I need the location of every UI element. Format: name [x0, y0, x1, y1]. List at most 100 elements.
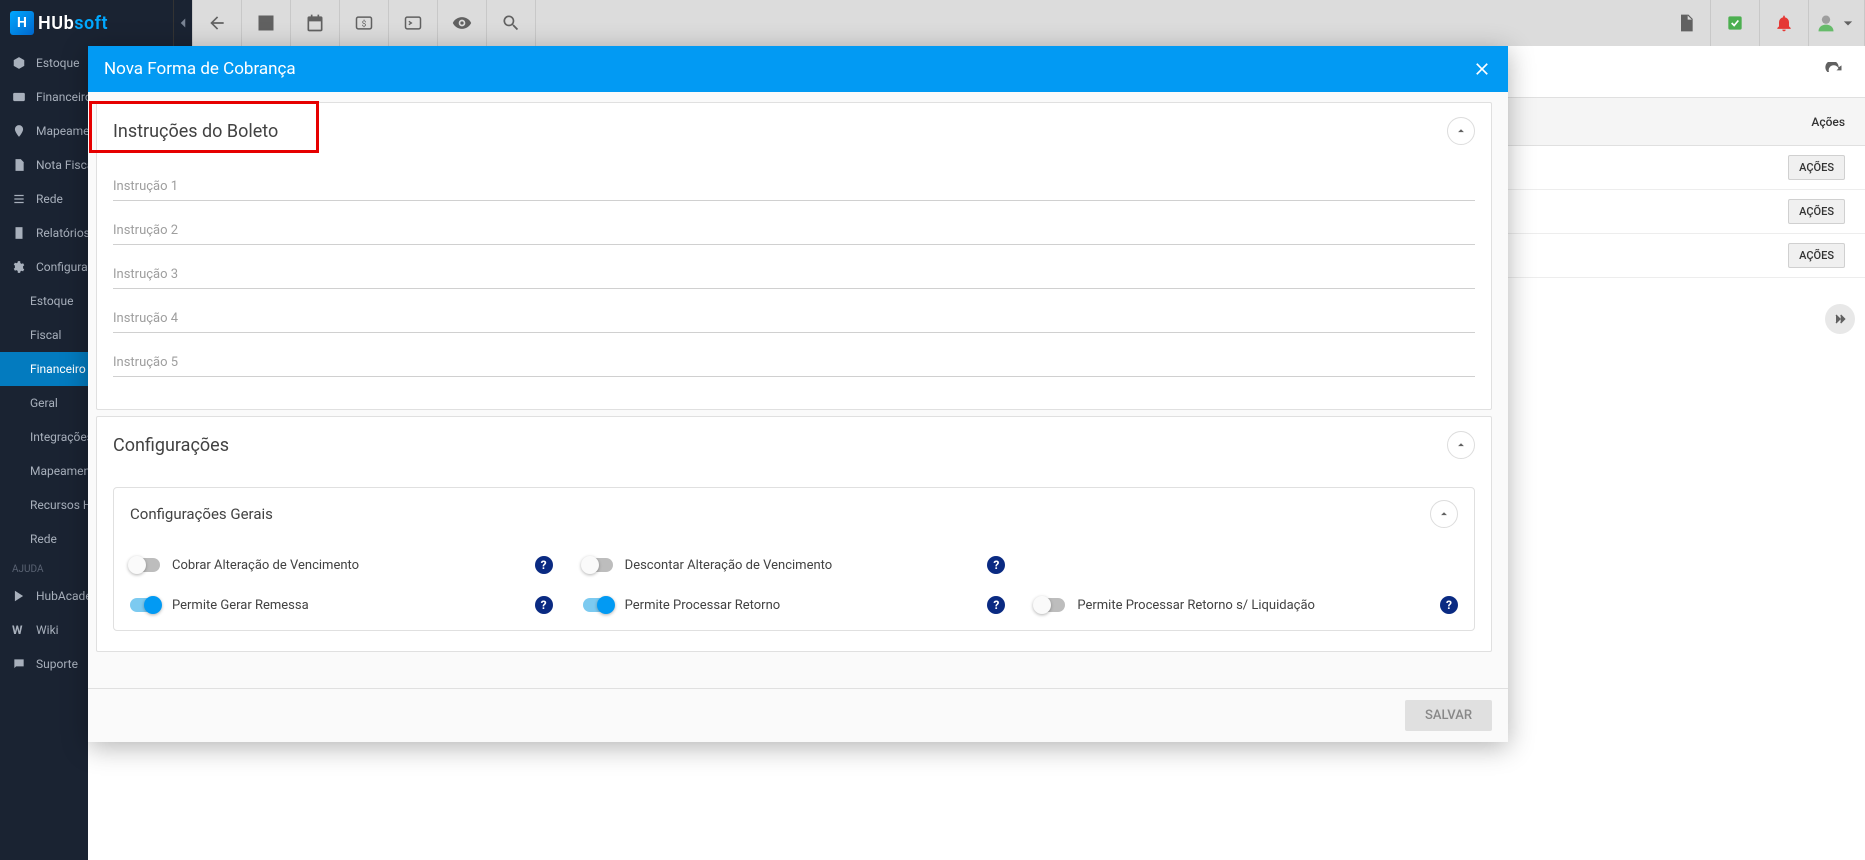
refresh-button[interactable] — [1813, 51, 1855, 93]
eye-icon — [452, 13, 472, 33]
sidebar-item-label: Configuraçõ — [36, 260, 88, 274]
modal-body[interactable]: Instruções do Boleto Configurações — [88, 92, 1508, 688]
gear-icon — [12, 260, 26, 274]
help-button[interactable]: ? — [535, 556, 553, 574]
sidebar-sub-label: Mapeamento — [30, 464, 88, 478]
subsection-header[interactable]: Configurações Gerais — [114, 488, 1474, 540]
actions-column-header: Ações — [1811, 115, 1845, 129]
collapse-button[interactable] — [1430, 500, 1458, 528]
collapse-sidebar-button[interactable] — [173, 0, 193, 46]
section-configuracoes: Configurações Configurações Gerais — [96, 416, 1492, 652]
save-button[interactable]: SALVAR — [1405, 700, 1492, 731]
toggle-label: Descontar Alteração de Vencimento — [625, 558, 833, 573]
money-button[interactable]: $ — [340, 0, 389, 46]
sidebar-item-hubacademy[interactable]: HubAcademy — [0, 579, 88, 613]
sidebar-item-label: Financeiro — [36, 90, 88, 104]
sidebar-item-label: Relatórios — [36, 226, 88, 240]
sidebar-sub-label: Geral — [30, 396, 58, 410]
sidebar-sub-estoque[interactable]: Estoque — [0, 284, 88, 318]
pdf-icon — [1676, 13, 1696, 33]
logo-text: HUbsoft — [38, 13, 108, 34]
section-body-instrucoes — [97, 159, 1491, 409]
collapse-button[interactable] — [1447, 117, 1475, 145]
pdf-button[interactable] — [1662, 0, 1711, 46]
sidebar-sub-geral[interactable]: Geral — [0, 386, 88, 420]
sidebar-item-financeiro[interactable]: Financeiro — [0, 80, 88, 114]
section-header-configuracoes[interactable]: Configurações — [97, 417, 1491, 473]
switch-permite-retorno-sem-liquidacao[interactable] — [1035, 598, 1065, 612]
sidebar-item-configuracoes[interactable]: Configuraçõ — [0, 250, 88, 284]
sidebar-item-label: Rede — [36, 192, 63, 206]
row-actions-button[interactable]: AÇÕES — [1788, 243, 1845, 268]
doc-icon — [12, 158, 26, 172]
sidebar-sub-integracoes[interactable]: Integrações — [0, 420, 88, 454]
help-button[interactable]: ? — [987, 596, 1005, 614]
sidebar-item-wiki[interactable]: WWiki — [0, 613, 88, 647]
switch-permite-processar-retorno[interactable] — [583, 598, 613, 612]
logo-mark: H — [10, 11, 34, 35]
sidebar-item-suporte[interactable]: Suporte — [0, 647, 88, 681]
account-button[interactable] — [242, 0, 291, 46]
section-title: Configurações — [113, 435, 229, 456]
modal-nova-forma-cobranca: Nova Forma de Cobrança Instruções do Bol… — [88, 46, 1508, 742]
section-header-instrucoes[interactable]: Instruções do Boleto — [97, 103, 1491, 159]
subsection-title: Configurações Gerais — [130, 505, 273, 523]
section-title: Instruções do Boleto — [113, 121, 278, 142]
instrucao-2-input[interactable] — [113, 213, 1475, 245]
instrucao-3-input[interactable] — [113, 257, 1475, 289]
sidebar-sub-fiscal[interactable]: Fiscal — [0, 318, 88, 352]
row-actions-button[interactable]: AÇÕES — [1788, 155, 1845, 180]
back-button[interactable] — [193, 0, 242, 46]
eye-button[interactable] — [438, 0, 487, 46]
sidebar-item-label: Estoque — [36, 56, 79, 70]
sidebar-item-label: Nota Fiscal — [36, 158, 88, 172]
subsection-configuracoes-gerais: Configurações Gerais Cobrar Alteração de… — [113, 487, 1475, 631]
instrucao-4-input[interactable] — [113, 301, 1475, 333]
search-button[interactable] — [487, 0, 536, 46]
collapse-button[interactable] — [1447, 431, 1475, 459]
instrucao-1-input[interactable] — [113, 169, 1475, 201]
switch-cobrar-alteracao[interactable] — [130, 558, 160, 572]
toggle-permite-retorno-sem-liquidacao: Permite Processar Retorno s/ Liquidação … — [1035, 596, 1458, 614]
sidebar-sub-recursos-humanos[interactable]: Recursos Hu — [0, 488, 88, 522]
toggle-permite-gerar-remessa: Permite Gerar Remessa ? — [130, 596, 553, 614]
sidebar-item-mapeamento[interactable]: Mapeamento — [0, 114, 88, 148]
row-actions-button[interactable]: AÇÕES — [1788, 199, 1845, 224]
report-icon — [12, 226, 26, 240]
sidebar-sub-mapeamento[interactable]: Mapeamento — [0, 454, 88, 488]
status-ok-button[interactable] — [1711, 0, 1760, 46]
sidebar-sub-financeiro[interactable]: Financeiro — [0, 352, 88, 386]
chat-icon — [12, 657, 26, 671]
sidebar-item-rede[interactable]: Rede — [0, 182, 88, 216]
switch-descontar-alteracao[interactable] — [583, 558, 613, 572]
toggle-label: Permite Processar Retorno s/ Liquidação — [1077, 598, 1315, 613]
expand-columns-button[interactable] — [1825, 304, 1855, 334]
help-button[interactable]: ? — [987, 556, 1005, 574]
card-icon — [12, 90, 26, 104]
svg-text:$: $ — [362, 18, 367, 29]
sidebar-item-nota-fiscal[interactable]: Nota Fiscal — [0, 148, 88, 182]
instrucao-5-input[interactable] — [113, 345, 1475, 377]
sidebar-sub-label: Fiscal — [30, 328, 61, 342]
modal-close-button[interactable] — [1472, 59, 1492, 79]
network-icon — [12, 192, 26, 206]
logo[interactable]: H HUbsoft — [10, 11, 108, 35]
sidebar-item-estoque[interactable]: Estoque — [0, 46, 88, 80]
notifications-button[interactable] — [1760, 0, 1809, 46]
chevron-down-icon — [1838, 13, 1858, 33]
sidebar-sub-label: Recursos Hu — [30, 498, 88, 512]
marker-icon — [12, 124, 26, 138]
toggle-row: Permite Gerar Remessa ? Permite Processa… — [130, 596, 1458, 614]
help-button[interactable]: ? — [1440, 596, 1458, 614]
terminal-button[interactable] — [389, 0, 438, 46]
calendar-button[interactable] — [291, 0, 340, 46]
check-badge-icon — [1725, 13, 1745, 33]
sidebar-sub-rede[interactable]: Rede — [0, 522, 88, 556]
sidebar-item-relatorios[interactable]: Relatórios — [0, 216, 88, 250]
help-button[interactable]: ? — [535, 596, 553, 614]
user-menu-button[interactable] — [1809, 0, 1865, 46]
bell-icon — [1774, 13, 1794, 33]
section-instrucoes-boleto: Instruções do Boleto — [96, 102, 1492, 410]
sidebar-item-label: Wiki — [36, 623, 59, 637]
switch-permite-gerar-remessa[interactable] — [130, 598, 160, 612]
